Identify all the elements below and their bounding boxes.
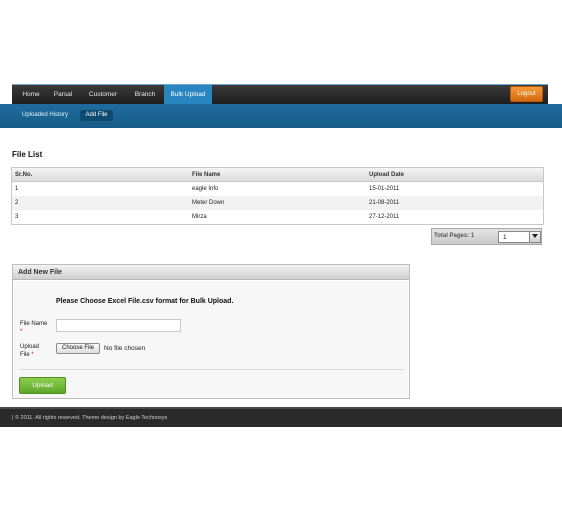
table-row[interactable]: 1 eagle Info 15-01-2011 — [12, 182, 543, 196]
nav-item-customer[interactable]: Customer — [82, 85, 124, 104]
main-nav: Home Parsal Customer Branch Bulk Upload — [12, 84, 548, 104]
cell-file-name: eagle Info — [192, 186, 219, 192]
upload-file-label-text: Upload File — [20, 344, 40, 358]
file-list-title: File List — [12, 150, 43, 159]
cell-file-name: Mirza — [192, 214, 207, 220]
cell-srno: 2 — [15, 200, 19, 206]
nav-item-home[interactable]: Home — [16, 85, 46, 104]
footer: | © 2011. All rights reserved. Theme des… — [0, 407, 562, 427]
column-header-srno[interactable]: Sr.No. — [15, 168, 32, 182]
upload-file-label: Upload File * — [20, 343, 50, 359]
add-file-panel-header: Add New File — [13, 265, 409, 280]
choose-file-button[interactable]: Choose File — [56, 343, 100, 354]
add-file-panel: Add New File Please Choose Excel File.cs… — [12, 264, 410, 399]
form-divider — [19, 369, 404, 370]
cell-srno: 1 — [15, 186, 19, 192]
cell-upload-date: 27-12-2011 — [369, 214, 400, 220]
add-file-title: Add New File — [18, 269, 62, 276]
cell-srno: 3 — [15, 214, 19, 220]
page-select[interactable]: 1 — [498, 231, 541, 243]
required-mark: * — [20, 329, 23, 335]
nav-item-bulk-upload[interactable]: Bulk Upload — [164, 85, 212, 104]
upload-instruction: Please Choose Excel File.csv format for … — [56, 298, 234, 305]
required-mark: * — [31, 352, 34, 358]
chevron-down-icon[interactable] — [529, 232, 540, 242]
total-pages-label: Total Pages: 1 — [434, 233, 475, 239]
nav-item-branch[interactable]: Branch — [128, 85, 162, 104]
file-name-label: File Name * — [20, 320, 47, 336]
page: Home Parsal Customer Branch Bulk Upload … — [0, 0, 562, 511]
table-header-row: Sr.No. File Name Upload Date — [12, 168, 543, 182]
file-name-label-text: File Name — [20, 321, 48, 327]
no-file-chosen-text: No file chosen — [104, 345, 146, 352]
upload-button[interactable]: Upload — [19, 377, 66, 394]
sub-nav: Uploaded History Add File — [0, 104, 562, 128]
nav-item-parsal[interactable]: Parsal — [48, 85, 78, 104]
column-header-upload-date[interactable]: Upload Date — [369, 168, 404, 182]
page-select-value: 1 — [503, 234, 507, 241]
cell-upload-date: 21-08-2011 — [369, 200, 400, 206]
table-row[interactable]: 2 Meter Down 21-08-2011 — [12, 196, 543, 210]
file-name-input[interactable] — [56, 319, 181, 332]
cell-upload-date: 15-01-2011 — [369, 186, 400, 192]
column-header-file-name[interactable]: File Name — [192, 168, 220, 182]
add-file-form: Please Choose Excel File.csv format for … — [14, 281, 408, 398]
pagination: Total Pages: 1 1 — [431, 228, 542, 245]
table-row[interactable]: 3 Mirza 27-12-2011 — [12, 210, 543, 224]
subnav-item-add-file[interactable]: Add File — [80, 110, 113, 121]
logout-button[interactable]: Logout — [510, 86, 543, 102]
subnav-item-uploaded-history[interactable]: Uploaded History — [16, 110, 74, 121]
cell-file-name: Meter Down — [192, 200, 225, 206]
footer-copyright: | © 2011. All rights reserved. Theme des… — [12, 415, 168, 421]
file-table: Sr.No. File Name Upload Date 1 eagle Inf… — [11, 167, 544, 225]
